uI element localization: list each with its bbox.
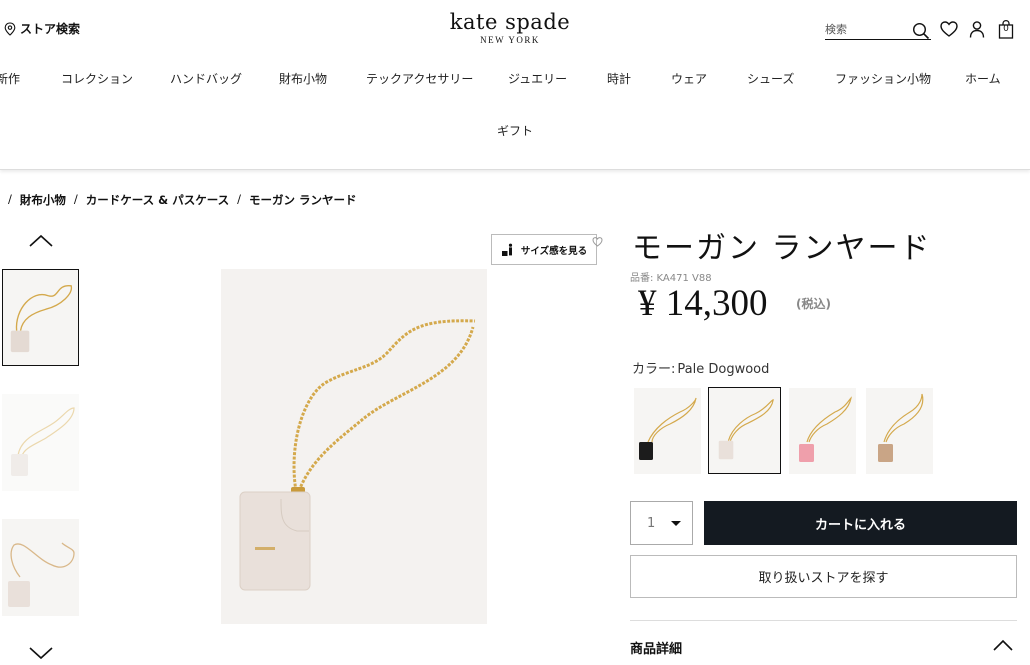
caret-down-icon bbox=[671, 520, 682, 526]
main-nav: 新作 コレクション ハンドバッグ 財布小物 テックアクセサリー ジュエリー 時計… bbox=[0, 70, 1030, 94]
search-icon[interactable] bbox=[911, 20, 931, 40]
add-to-cart-label: カートに入れる bbox=[814, 517, 906, 533]
quantity-value: 1 bbox=[647, 515, 656, 531]
swatch-image bbox=[878, 393, 924, 462]
image-heart-icon[interactable] bbox=[592, 236, 603, 247]
breadcrumb-separator: / bbox=[237, 192, 242, 206]
search-input[interactable] bbox=[825, 22, 909, 36]
thumbnail-2[interactable] bbox=[2, 394, 79, 491]
nav-item-accessories[interactable]: ファッション小物 bbox=[835, 70, 931, 87]
find-store-button[interactable]: 取り扱いストアを探す bbox=[630, 555, 1017, 598]
product-title: モーガン ランヤード bbox=[632, 231, 932, 266]
logo-sub: NEW YORK bbox=[480, 35, 540, 45]
selected-color-name: Pale Dogwood bbox=[677, 362, 770, 377]
store-locator-label: ストア検索 bbox=[20, 22, 81, 36]
color-swatch-pink[interactable] bbox=[789, 388, 856, 474]
nav-item-gift-label[interactable]: ギフト bbox=[497, 124, 533, 138]
logo-brand: kate spade bbox=[449, 10, 571, 34]
search-box bbox=[825, 18, 931, 40]
nav-item-new[interactable]: 新作 bbox=[0, 70, 20, 87]
product-main-image[interactable] bbox=[221, 269, 487, 624]
site-header: ストア検索 kate spade NEW YORK 0 新作 コレクション ハン… bbox=[0, 0, 1030, 170]
color-swatch-tan[interactable] bbox=[866, 388, 933, 474]
store-locator-link[interactable]: ストア検索 bbox=[4, 20, 80, 37]
nav-item-home[interactable]: ホーム bbox=[965, 70, 1001, 87]
person-size-icon bbox=[501, 243, 512, 256]
color-label-title: カラー: bbox=[632, 362, 676, 377]
find-store-label: 取り扱いストアを探す bbox=[758, 571, 889, 586]
breadcrumb-separator: / bbox=[73, 192, 78, 206]
nav-item-collection[interactable]: コレクション bbox=[61, 70, 133, 87]
nav-item-wallets[interactable]: 財布小物 bbox=[279, 70, 327, 87]
nav-item-apparel[interactable]: ウェア bbox=[671, 70, 707, 87]
breadcrumb: / 財布小物 / カードケース & パスケース / モーガン ランヤード bbox=[8, 192, 357, 208]
tax-label: (税込) bbox=[796, 297, 831, 311]
nav-item-jewelry[interactable]: ジュエリー bbox=[508, 70, 567, 87]
breadcrumb-separator: / bbox=[8, 192, 12, 206]
thumbnail-image bbox=[8, 542, 75, 607]
thumbnail-down-chevron-icon[interactable] bbox=[28, 645, 54, 661]
nav-item-shoes[interactable]: シューズ bbox=[747, 70, 794, 87]
color-swatch-black[interactable] bbox=[634, 388, 701, 474]
breadcrumb-current: モーガン ランヤード bbox=[249, 193, 357, 207]
color-swatch-pale-dogwood[interactable] bbox=[708, 387, 781, 474]
wishlist-heart-icon[interactable] bbox=[939, 19, 959, 39]
location-pin-icon bbox=[4, 21, 16, 36]
nav-item-gift[interactable]: ギフト bbox=[0, 122, 1030, 139]
thumbnail-image bbox=[10, 285, 72, 353]
swatch-image bbox=[639, 397, 697, 460]
add-to-cart-button[interactable]: カートに入れる bbox=[704, 501, 1017, 545]
swatch-image bbox=[799, 396, 852, 462]
size-guide-button[interactable]: サイズ感を見る bbox=[491, 234, 597, 265]
lanyard-product-image bbox=[239, 319, 476, 591]
breadcrumb-item[interactable]: 財布小物 bbox=[20, 192, 66, 208]
nav-item-handbags[interactable]: ハンドバッグ bbox=[170, 70, 242, 87]
brand-logo[interactable]: kate spade NEW YORK bbox=[440, 10, 580, 45]
nav-item-tech[interactable]: テックアクセサリー bbox=[366, 70, 473, 87]
thumbnail-up-chevron-icon[interactable] bbox=[28, 233, 54, 249]
product-price: ¥ 14,300 bbox=[638, 283, 768, 324]
thumbnail-1[interactable] bbox=[2, 269, 79, 366]
nav-item-watches[interactable]: 時計 bbox=[607, 70, 631, 87]
bag-count: 0 bbox=[1003, 24, 1009, 34]
size-guide-label: サイズ感を見る bbox=[520, 245, 588, 257]
swatch-image bbox=[718, 399, 774, 460]
account-user-icon[interactable] bbox=[967, 19, 987, 39]
breadcrumb-item[interactable]: カードケース & パスケース bbox=[86, 192, 229, 208]
quantity-select[interactable]: 1 bbox=[630, 501, 693, 545]
product-details-heading[interactable]: 商品詳細 bbox=[630, 638, 682, 657]
chevron-up-icon[interactable] bbox=[993, 639, 1013, 651]
thumbnail-3[interactable] bbox=[2, 519, 79, 616]
thumbnail-image bbox=[11, 407, 75, 476]
divider bbox=[630, 620, 1017, 621]
color-label: カラー: Pale Dogwood bbox=[630, 358, 769, 377]
